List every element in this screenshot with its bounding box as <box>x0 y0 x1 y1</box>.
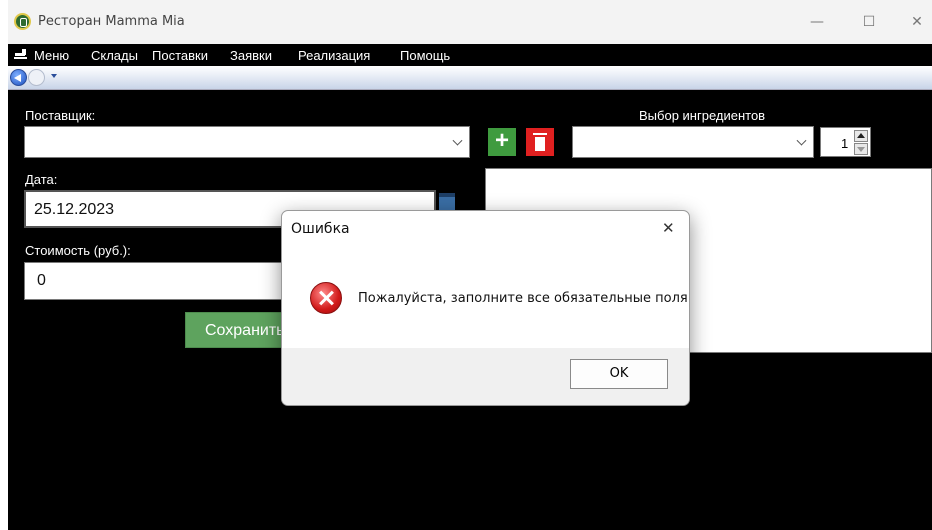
menu-item-sales[interactable]: Реализация <box>298 48 370 63</box>
supplier-label: Поставщик: <box>25 108 96 123</box>
menu-item-supplies[interactable]: Поставки <box>152 48 208 63</box>
dialog-close-icon[interactable]: ✕ <box>662 219 675 237</box>
menu-bar: Меню Склады Поставки Заявки Реализация П… <box>8 44 932 66</box>
forward-arrow-icon[interactable] <box>28 69 45 86</box>
cost-label: Стоимость (руб.): <box>25 243 131 258</box>
error-icon <box>310 282 342 314</box>
dialog-title: Ошибка <box>291 221 350 237</box>
date-label: Дата: <box>25 172 58 187</box>
add-ingredient-button[interactable]: + <box>488 128 516 156</box>
calendar-icon[interactable] <box>439 193 455 211</box>
menu-item-requests[interactable]: Заявки <box>230 48 272 63</box>
dialog-footer: OK <box>282 348 689 405</box>
history-dropdown-icon[interactable] <box>51 74 57 78</box>
maximize-button[interactable]: ☐ <box>846 8 892 36</box>
quantity-stepper[interactable]: 1 <box>820 127 871 157</box>
ingredients-label: Выбор ингредиентов <box>639 108 766 123</box>
supplier-combobox[interactable] <box>24 126 470 158</box>
chevron-down-icon <box>796 135 807 146</box>
menu-item-warehouses[interactable]: Склады <box>91 48 138 63</box>
save-button[interactable]: Сохранить <box>185 312 295 348</box>
ok-button[interactable]: OK <box>570 359 668 389</box>
back-arrow-icon[interactable] <box>10 69 27 86</box>
restaurant-logo-icon <box>14 13 31 30</box>
menu-item-menu[interactable]: Меню <box>34 48 69 63</box>
cost-field[interactable]: 0 <box>24 262 294 300</box>
delete-ingredient-button[interactable] <box>526 128 554 156</box>
navigation-bar <box>8 66 932 90</box>
close-window-button[interactable]: ✕ <box>894 8 932 36</box>
menu-item-help[interactable]: Помощь <box>400 48 450 63</box>
increment-arrow-icon[interactable] <box>854 130 868 142</box>
dialog-message: Пожалуйста, заполните все обязательные п… <box>358 291 690 306</box>
title-bar: Ресторан Mamma Mia — ☐ ✕ <box>8 0 932 44</box>
ingredient-combobox[interactable] <box>572 126 814 158</box>
decrement-arrow-icon[interactable] <box>854 143 868 155</box>
error-dialog: Ошибка ✕ Пожалуйста, заполните все обяза… <box>281 210 690 406</box>
plus-icon: + <box>494 127 509 154</box>
trash-icon <box>533 133 547 135</box>
window-title: Ресторан Mamma Mia <box>38 14 185 29</box>
menu-hamburger-icon <box>14 49 27 59</box>
minimize-button[interactable]: — <box>794 8 840 36</box>
chevron-down-icon <box>452 135 463 146</box>
quantity-value: 1 <box>841 136 849 151</box>
